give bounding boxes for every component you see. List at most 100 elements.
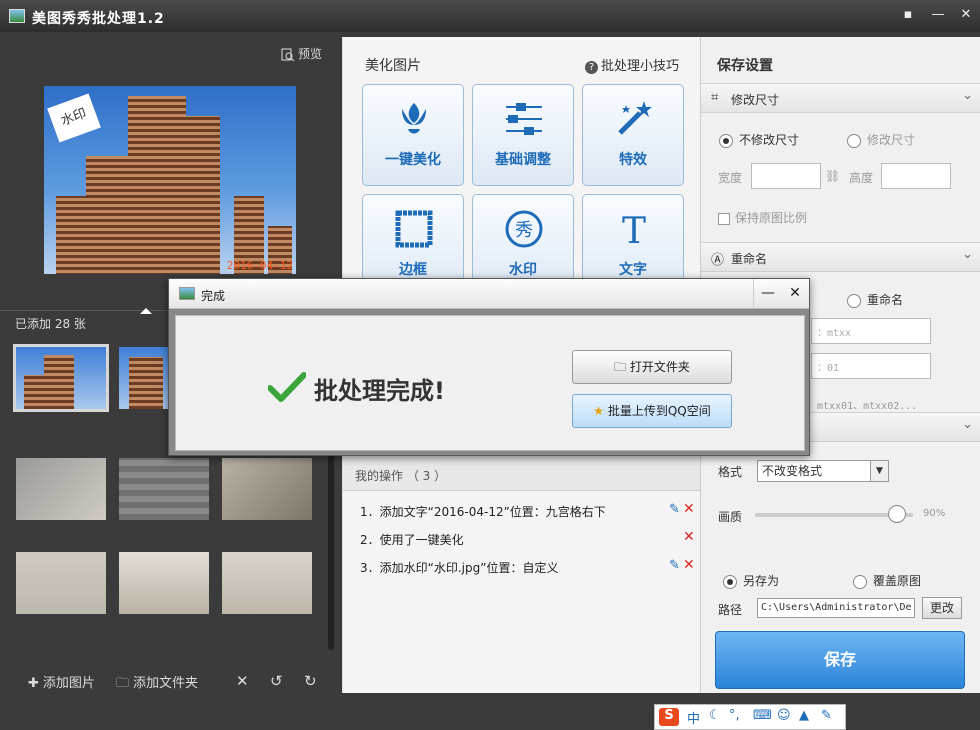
- sliders-icon: [506, 103, 542, 135]
- preview-label: 预览: [298, 47, 323, 61]
- keyboard-icon[interactable]: ⌨: [753, 708, 772, 723]
- height-input[interactable]: [881, 163, 951, 189]
- thumbnail[interactable]: [16, 552, 106, 614]
- tool-label: 边框: [399, 262, 427, 278]
- radio-icon: [719, 133, 733, 148]
- thumbnail[interactable]: [119, 458, 209, 520]
- tool-basic-adjust[interactable]: 基础调整: [472, 84, 574, 186]
- thumbnail[interactable]: [16, 458, 106, 520]
- checkbox-icon: [718, 212, 730, 225]
- minimize-button[interactable]: —: [927, 5, 949, 25]
- punctuation-icon[interactable]: °,: [729, 708, 740, 723]
- width-input[interactable]: [751, 163, 821, 189]
- added-count: 已添加 28 张: [15, 317, 86, 331]
- delete-icon[interactable]: ✕: [236, 672, 249, 690]
- upload-qq-button[interactable]: ★ 批量上传到QQ空间: [572, 394, 732, 428]
- add-image-button[interactable]: ✚ 添加图片: [28, 672, 95, 691]
- quality-slider[interactable]: [755, 505, 913, 523]
- save-as-label: 另存为: [743, 574, 780, 588]
- frame-icon: [395, 210, 433, 248]
- overwrite-radio[interactable]: 覆盖原图: [853, 572, 921, 589]
- dialog-close-button[interactable]: ✕: [786, 285, 804, 301]
- dialog-title-bar: 完成 — ✕: [169, 279, 809, 309]
- thumbnail[interactable]: [119, 552, 209, 614]
- rename-radio[interactable]: 重命名: [847, 291, 903, 308]
- beautify-title: 美化图片: [365, 58, 421, 74]
- save-settings-title: 保存设置: [717, 58, 773, 74]
- prefix-input[interactable]: ：mtxx: [811, 318, 931, 344]
- resize-radio[interactable]: 修改尺寸: [847, 131, 915, 148]
- open-folder-button[interactable]: 🗀 打开文件夹: [572, 350, 732, 384]
- tool-label: 文字: [619, 262, 647, 278]
- tool-effects[interactable]: 特效: [582, 84, 684, 186]
- tips-link[interactable]: ? 批处理小技巧: [585, 55, 679, 74]
- edit-icon[interactable]: ✎: [669, 558, 680, 573]
- resize-section-header[interactable]: ⌗ 修改尺寸 ⌄: [701, 83, 980, 113]
- close-button[interactable]: ✕: [955, 5, 977, 25]
- quality-label: 画质: [718, 510, 743, 524]
- op-item: 1．添加文字“2016-04-12”位置：九宫格右下: [360, 505, 606, 519]
- thumbnail[interactable]: [222, 458, 312, 520]
- dialog-body: 批处理完成! 🗀 打开文件夹 ★ 批量上传到QQ空间: [175, 315, 805, 451]
- delete-op-icon[interactable]: ✕: [683, 501, 695, 517]
- slider-knob[interactable]: [888, 505, 907, 523]
- rotate-left-icon[interactable]: ↺: [270, 672, 283, 690]
- thumbnail[interactable]: [222, 552, 312, 614]
- save-as-radio[interactable]: 另存为: [723, 572, 779, 589]
- moon-icon[interactable]: ☾: [709, 708, 721, 723]
- collapse-arrow-icon[interactable]: [140, 308, 152, 314]
- op-item: 3．添加水印“水印.jpg”位置：自定义: [360, 561, 559, 575]
- feedback-icon[interactable]: ▪: [897, 5, 919, 25]
- dialog-message: 批处理完成!: [314, 377, 445, 405]
- user-icon[interactable]: ☺: [777, 708, 791, 723]
- question-icon: ?: [585, 61, 598, 74]
- rename-example: mtxx01、mtxx02...: [817, 401, 918, 412]
- link-icon[interactable]: ⛓: [825, 169, 840, 183]
- chevron-down-icon: ⌄: [962, 88, 973, 103]
- height-label: 高度: [849, 171, 874, 185]
- complete-dialog: 完成 — ✕ 批处理完成! 🗀 打开文件夹 ★ 批量上传到QQ空间: [168, 278, 810, 456]
- dialog-minimize-button[interactable]: —: [759, 285, 777, 301]
- star-icon: ★: [593, 404, 608, 418]
- checkmark-icon: [268, 372, 306, 402]
- divider: [753, 279, 754, 309]
- folder-icon: 🗀: [614, 360, 630, 374]
- ime-logo-icon[interactable]: S: [659, 708, 679, 726]
- add-folder-button[interactable]: 🗀 添加文件夹: [116, 672, 198, 696]
- ops-title: 我的操作 （ 3 ）: [355, 469, 447, 483]
- tool-label: 一键美化: [385, 152, 441, 168]
- rotate-right-icon[interactable]: ↻: [304, 672, 317, 690]
- start-number-input[interactable]: ：01: [811, 353, 931, 379]
- svg-text:T: T: [622, 211, 646, 249]
- ime-mode[interactable]: 中: [687, 708, 700, 727]
- keep-ratio-checkbox[interactable]: 保持原图比例: [718, 209, 807, 226]
- format-select[interactable]: 不改变格式 ▼: [757, 460, 889, 482]
- wrench-icon[interactable]: ✎: [821, 708, 832, 723]
- preview-button[interactable]: 预览: [281, 45, 322, 62]
- tool-one-click-beautify[interactable]: 一键美化: [362, 84, 464, 186]
- magnifier-icon: [281, 48, 295, 61]
- radio-icon: [847, 293, 861, 308]
- watermark-icon: 秀: [505, 210, 543, 248]
- width-label: 宽度: [718, 171, 743, 185]
- delete-op-icon[interactable]: ✕: [683, 557, 695, 573]
- resize-head-label: 修改尺寸: [731, 93, 780, 107]
- skin-icon[interactable]: ▲: [799, 708, 809, 723]
- app-icon: [9, 9, 25, 23]
- no-resize-radio[interactable]: 不修改尺寸: [719, 131, 799, 148]
- save-button[interactable]: 保存: [715, 631, 965, 689]
- ops-header: 我的操作 （ 3 ）: [343, 455, 701, 491]
- thumbnail[interactable]: [13, 344, 109, 412]
- app-title: 美图秀秀批处理1.2: [32, 11, 165, 27]
- rename-opt-label: 重命名: [867, 293, 904, 307]
- format-label: 格式: [718, 465, 743, 479]
- path-label: 路径: [718, 603, 743, 617]
- delete-op-icon[interactable]: ✕: [683, 529, 695, 545]
- edit-icon[interactable]: ✎: [669, 502, 680, 517]
- main-preview-photo: 水印 2016-04-12: [44, 86, 296, 274]
- watermark-stamp: 水印: [47, 93, 101, 143]
- add-image-label: 添加图片: [42, 676, 95, 691]
- path-input[interactable]: C:\Users\Administrator\De:: [757, 598, 915, 618]
- rename-section-header[interactable]: Ⓐ 重命名 ⌄: [701, 242, 980, 272]
- change-path-button[interactable]: 更改: [922, 597, 962, 619]
